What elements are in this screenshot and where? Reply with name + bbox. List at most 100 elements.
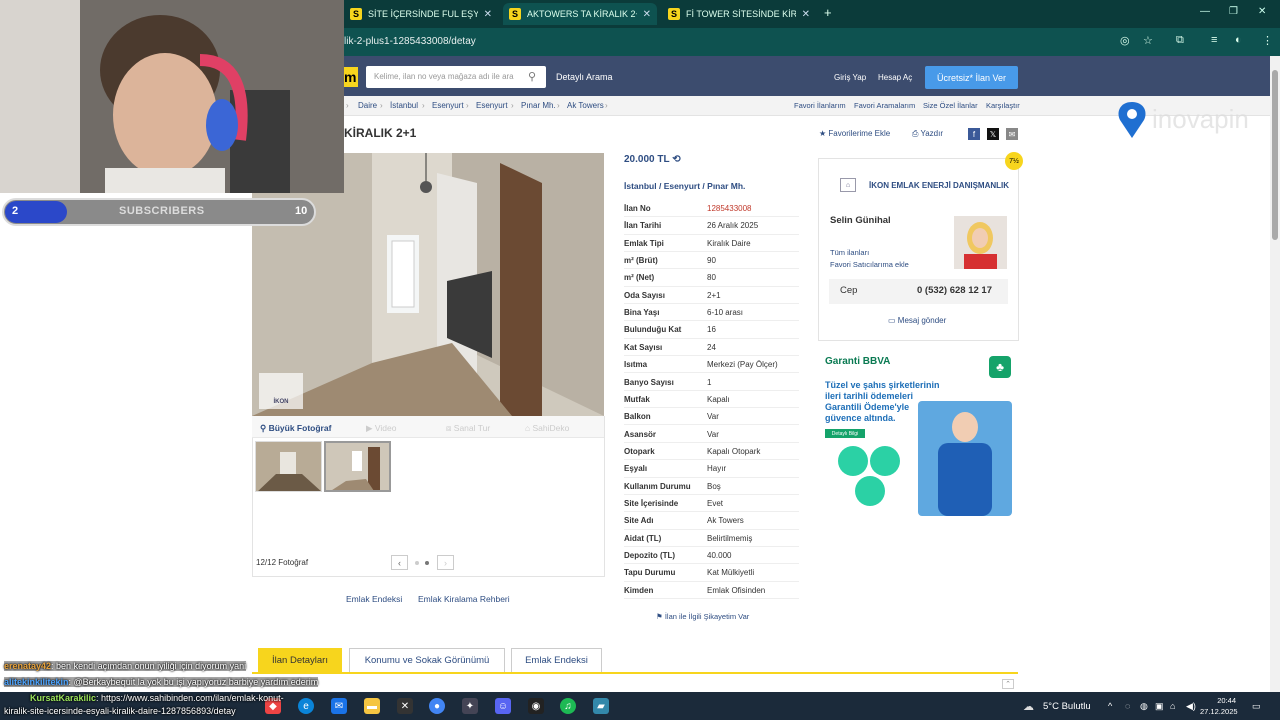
detail-key: Kimden <box>624 585 654 595</box>
mydeco-button[interactable]: ⌂ SahiDeko <box>525 423 569 433</box>
chevron-up-icon[interactable]: ^ <box>1108 701 1112 711</box>
chrome-icon[interactable]: ● <box>429 698 445 714</box>
register-link[interactable]: Hesap Aç <box>878 73 912 82</box>
xbox-icon[interactable]: ✕ <box>397 698 413 714</box>
rental-guide-link[interactable]: Emlak Kiralama Rehberi <box>418 594 510 604</box>
site-logo[interactable]: m <box>344 67 358 87</box>
network-icon[interactable]: ⌂ <box>1170 701 1175 711</box>
folder-icon[interactable]: ▬ <box>364 698 380 714</box>
new-tab-button[interactable]: + <box>824 5 832 20</box>
edge-icon[interactable]: e <box>298 698 314 714</box>
spotify-icon[interactable]: ♫ <box>560 698 576 714</box>
browser-tab-active[interactable]: S AKTOWERS TA KİRALIK 2+1 - K ✕ <box>503 3 657 25</box>
extensions-icon[interactable]: ⧉ <box>1176 34 1184 47</box>
tray-icon[interactable]: ◍ <box>1140 701 1148 712</box>
settings-app-icon[interactable]: ✦ <box>462 698 478 714</box>
advanced-search-link[interactable]: Detaylı Arama <box>556 72 613 82</box>
obs-icon[interactable]: ◉ <box>528 698 544 714</box>
ad-detail-button[interactable]: Detaylı Bilgi <box>825 429 865 438</box>
tab-underline <box>252 672 1018 674</box>
all-listings-link[interactable]: Tüm ilanları <box>830 248 869 257</box>
location-city[interactable]: İstanbul <box>624 181 657 191</box>
tab-listing-details[interactable]: İlan Detayları <box>258 648 342 672</box>
free-ad-button[interactable]: Ücretsiz* İlan Ver <box>925 66 1018 89</box>
favorite-add-link[interactable]: ★ Favorilerime Ekle <box>819 129 890 138</box>
address-bar[interactable]: lik-2-plus1-1285433008/detay <box>344 36 476 47</box>
next-photo-button[interactable]: › <box>437 555 454 570</box>
photo-thumbnail-selected[interactable] <box>324 441 391 492</box>
browser-tab[interactable]: S Fİ TOWER SİTESİNDE KİRALIK E ✕ <box>662 3 816 25</box>
login-link[interactable]: Giriş Yap <box>834 73 866 82</box>
detail-value: Hayır <box>707 464 727 474</box>
breadcrumb-item[interactable]: Esenyurt <box>432 101 464 110</box>
breadcrumb-item[interactable]: Pınar Mh. <box>521 101 556 110</box>
detail-key: Site İçerisinde <box>624 498 679 508</box>
close-icon[interactable]: ✕ <box>484 9 492 20</box>
mail-icon[interactable]: ✉ <box>1006 128 1018 140</box>
chat-message: KursatKarakilic: https://www.sahibinden.… <box>30 693 284 703</box>
browser-tab[interactable]: S SİTE İÇERSİNDE FUL EŞYALI BA ✕ <box>344 3 498 25</box>
tab-location[interactable]: Konumu ve Sokak Görünümü <box>349 648 505 672</box>
large-photo-button[interactable]: ⚲ Büyük Fotoğraf <box>260 423 331 434</box>
breadcrumb-item[interactable]: Esenyurt <box>476 101 508 110</box>
close-window-icon[interactable]: ✕ <box>1258 6 1266 17</box>
real-estate-index-link[interactable]: Emlak Endeksi <box>346 594 402 604</box>
complaint-link[interactable]: ⚑ İlan ile İlgili Şikayetim Var <box>656 612 749 621</box>
tray-icon[interactable]: ▣ <box>1155 701 1164 712</box>
clock-time[interactable]: 20:44 <box>1206 696 1236 705</box>
profile-icon[interactable]: ◐ <box>1235 34 1242 46</box>
detail-key: Site Adı <box>624 516 654 526</box>
location-district[interactable]: Esenyurt <box>664 181 700 191</box>
pager-dot-active[interactable] <box>425 561 429 565</box>
print-link[interactable]: ⎙ Yazdır <box>912 129 943 139</box>
close-icon[interactable]: ✕ <box>802 9 810 20</box>
chat-icon: ▭ <box>888 316 898 325</box>
firm-name[interactable]: İKON EMLAK ENERJİ DANIŞMANLIK <box>869 181 1009 190</box>
eye-off-icon[interactable]: ◎ <box>1120 34 1130 47</box>
phone-number[interactable]: 0 (532) 628 12 17 <box>917 285 992 296</box>
scrollbar-thumb[interactable] <box>1272 70 1278 240</box>
app-icon[interactable]: ▰ <box>593 698 609 714</box>
restore-icon[interactable]: ❐ <box>1229 6 1238 17</box>
x-icon[interactable]: 𝕏 <box>987 128 999 140</box>
breadcrumb-item[interactable]: Ak Towers <box>567 101 604 110</box>
media-icon[interactable]: ≡ <box>1211 34 1217 46</box>
send-message-link[interactable]: ▭ Mesaj gönder <box>888 316 946 325</box>
detail-value: Kapalı <box>707 394 730 404</box>
history-icon[interactable]: ⟲ <box>672 154 680 165</box>
add-favorite-seller-link[interactable]: Favori Satıcılarıma ekle <box>830 260 909 269</box>
search-icon[interactable]: ⚲ <box>528 70 536 83</box>
volume-icon[interactable]: ◀) <box>1186 701 1196 712</box>
pager-dot[interactable] <box>415 561 419 565</box>
menu-icon[interactable]: ⋮ <box>1262 34 1273 47</box>
webcam-overlay <box>0 0 344 193</box>
chat-message: alitekinkilitekin: @Berkaybequit la yok … <box>4 677 319 687</box>
collapse-icon[interactable]: ⌃ <box>1002 679 1014 689</box>
favorite-searches-link[interactable]: Favori Aramalarım <box>854 101 915 110</box>
breadcrumb-item[interactable]: Daire <box>358 101 377 110</box>
mail-app-icon[interactable]: ✉ <box>331 698 347 714</box>
notification-icon[interactable]: ▭ <box>1252 701 1261 712</box>
compare-link[interactable]: Karşılaştır <box>986 101 1020 110</box>
detail-key: Bulunduğu Kat <box>624 325 682 335</box>
favorite-listings-link[interactable]: Favori İlanlarım <box>794 101 846 110</box>
close-icon[interactable]: ✕ <box>643 9 651 20</box>
photo-thumbnail[interactable] <box>255 441 322 492</box>
tab-real-estate-index[interactable]: Emlak Endeksi <box>511 648 602 672</box>
detail-value: Ak Towers <box>707 516 744 526</box>
special-listings-link[interactable]: Size Özel İlanlar <box>923 101 978 110</box>
weather[interactable]: 5°C Bulutlu <box>1043 701 1091 712</box>
facebook-icon[interactable]: f <box>968 128 980 140</box>
star-icon[interactable]: ☆ <box>1143 34 1153 47</box>
discord-icon[interactable]: ☺ <box>495 698 511 714</box>
video-button[interactable]: ▶ Video <box>366 423 397 434</box>
cloud-icon: ☁ <box>1023 701 1034 713</box>
clock-date[interactable]: 27.12.2025 <box>1200 707 1238 716</box>
breadcrumb-item[interactable]: İstanbul <box>390 101 418 110</box>
prev-photo-button[interactable]: ‹ <box>391 555 408 570</box>
tray-icon[interactable]: ◌ <box>1125 701 1130 711</box>
search-input[interactable]: Kelime, ilan no veya mağaza adı ile ara <box>366 66 546 88</box>
location-neighborhood[interactable]: Pınar Mh. <box>707 181 745 191</box>
virtual-tour-button[interactable]: ⧈ Sanal Tur <box>446 423 490 434</box>
minimize-icon[interactable]: — <box>1200 6 1210 17</box>
